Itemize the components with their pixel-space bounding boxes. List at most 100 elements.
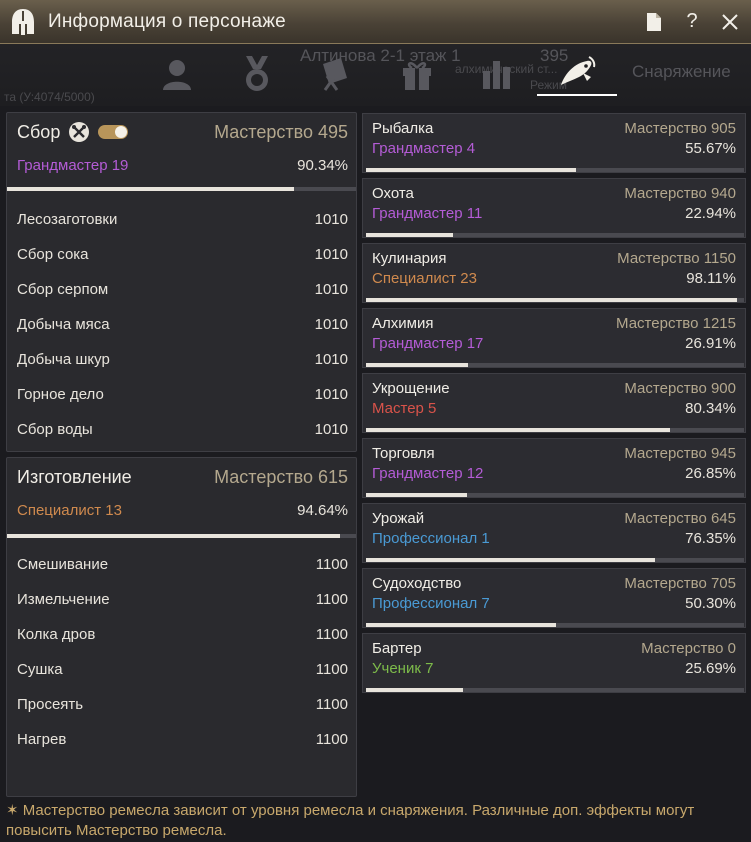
crafting-item-value: 1100 [315, 626, 348, 643]
skill-progress-fill [366, 363, 468, 367]
skill-progress-bar [366, 168, 744, 172]
skill-rank: Ученик 7 [372, 660, 434, 677]
tab-achievements[interactable] [232, 52, 282, 96]
gathering-item-value: 1010 [314, 386, 348, 403]
skill-progress-fill [366, 493, 467, 497]
crafting-item-name: Сушка [17, 661, 63, 678]
ghost-exp-text: та (У:4074/5000) [4, 90, 95, 104]
skill-mastery: Мастерство 0 [641, 640, 736, 657]
skill-percent: 26.91% [685, 335, 736, 352]
crafting-item-name: Измельчение [17, 591, 110, 608]
skill-rank: Грандмастер 12 [372, 465, 484, 482]
tab-quests[interactable] [310, 52, 360, 96]
crafting-item-value: 1100 [315, 661, 348, 678]
skill-rank: Профессионал 7 [372, 595, 490, 612]
scroll-icon [323, 58, 347, 91]
help-icon[interactable]: ? [681, 10, 703, 33]
gathering-item-row: Лесозаготовки 1010 [17, 202, 348, 237]
skill-progress-bar [366, 493, 744, 497]
skill-progress-bar [366, 233, 744, 237]
skill-card[interactable]: Укрощение Мастерство 900 Мастер 5 80.34% [362, 373, 746, 433]
skill-percent: 26.85% [685, 465, 736, 482]
skill-mastery: Мастерство 705 [624, 575, 736, 592]
skill-progress-fill [366, 688, 463, 692]
crafting-item-value: 1100 [315, 731, 348, 748]
skill-percent: 25.69% [685, 660, 736, 677]
skill-progress-fill [366, 623, 556, 627]
skill-percent: 50.30% [685, 595, 736, 612]
skill-progress-fill [366, 298, 737, 302]
gathering-item-name: Добыча шкур [17, 351, 110, 368]
gathering-item-value: 1010 [314, 316, 348, 333]
tab-gifts[interactable] [392, 52, 442, 96]
skill-progress-bar [366, 298, 744, 302]
gift-icon [403, 62, 431, 90]
skill-card[interactable]: Охота Мастерство 940 Грандмастер 11 22.94% [362, 178, 746, 238]
skill-mastery: Мастерство 905 [624, 120, 736, 137]
gathering-percent: 90.34% [297, 157, 348, 174]
skill-card[interactable]: Торговля Мастерство 945 Грандмастер 12 26.8… [362, 438, 746, 498]
skill-mastery: Мастерство 900 [624, 380, 736, 397]
crafting-item-name: Смешивание [17, 556, 109, 573]
gathering-progress-fill [7, 187, 294, 191]
skill-name: Рыбалка [372, 120, 434, 137]
skill-rank: Специалист 23 [372, 270, 477, 287]
gathering-rank: Грандмастер 19 [17, 157, 129, 174]
skill-card[interactable]: Алхимия Мастерство 1215 Грандмастер 17 26.9… [362, 308, 746, 368]
gathering-item-value: 1010 [314, 246, 348, 263]
medal-icon [246, 56, 268, 91]
gathering-item-name: Сбор воды [17, 421, 93, 438]
crafting-item-row: Сушка 1100 [17, 652, 348, 687]
gathering-list: Лесозаготовки 1010 Сбор сока 1010 Сбор серпо… [17, 202, 348, 447]
skill-rank: Грандмастер 4 [372, 140, 476, 157]
skill-card[interactable]: Бартер Мастерство 0 Ученик 7 25.69% [362, 633, 746, 693]
tab-life-skills[interactable] [537, 52, 617, 96]
skill-progress-bar [366, 688, 744, 692]
skill-rank: Грандмастер 11 [372, 205, 483, 222]
skill-mastery: Мастерство 940 [624, 185, 736, 202]
document-icon[interactable] [643, 11, 665, 33]
toggle-knob [115, 126, 128, 138]
crafting-progress-fill [7, 534, 340, 538]
gathering-progress-bar [7, 187, 356, 191]
gathering-item-name: Горное дело [17, 386, 104, 403]
skill-progress-fill [366, 233, 453, 237]
tab-profile[interactable] [152, 52, 202, 96]
gathering-item-name: Сбор сока [17, 246, 89, 263]
skill-card[interactable]: Кулинария Мастерство 1150 Специалист 23 98.… [362, 243, 746, 303]
skill-card[interactable]: Урожай Мастерство 645 Профессионал 1 76.35% [362, 503, 746, 563]
crafting-item-row: Просеять 1100 [17, 687, 348, 722]
gathering-item-name: Добыча мяса [17, 316, 110, 333]
fish-icon [561, 56, 596, 85]
crafting-mastery: Мастерство 615 [214, 466, 348, 487]
crafting-title: Изготовление [17, 466, 132, 487]
crafting-rank: Специалист 13 [17, 502, 122, 519]
skill-name: Алхимия [372, 315, 434, 332]
crafting-item-value: 1100 [315, 556, 348, 573]
gathering-item-value: 1010 [314, 211, 348, 228]
skill-mastery: Мастерство 945 [624, 445, 736, 462]
crafting-item-name: Просеять [17, 696, 84, 713]
skill-name: Судоходство [372, 575, 462, 592]
skill-name: Охота [372, 185, 414, 202]
gathering-item-row: Сбор воды 1010 [17, 412, 348, 447]
gathering-item-row: Сбор сока 1010 [17, 237, 348, 272]
gathering-item-name: Сбор серпом [17, 281, 109, 298]
skill-progress-bar [366, 623, 744, 627]
skill-rank: Профессионал 1 [372, 530, 490, 547]
skill-card[interactable]: Судоходство Мастерство 705 Профессионал 7 5… [362, 568, 746, 628]
skill-name: Торговля [372, 445, 435, 462]
skill-card[interactable]: Рыбалка Мастерство 905 Грандмастер 4 55.67% [362, 113, 746, 173]
skill-progress-fill [366, 168, 576, 172]
skill-mastery: Мастерство 645 [624, 510, 736, 527]
crafting-panel: Изготовление Мастерство 615 Специалист 1… [6, 457, 357, 797]
crafting-item-row: Измельчение 1100 [17, 582, 348, 617]
skill-percent: 98.11% [686, 270, 736, 287]
gathering-item-row: Горное дело 1010 [17, 377, 348, 412]
skill-progress-bar [366, 363, 744, 367]
gathering-toggle[interactable] [98, 125, 129, 139]
category-tabs: та (У:4074/5000) Алтинова 2-1 этаж 1 395… [0, 44, 751, 106]
skill-mastery: Мастерство 1215 [616, 315, 736, 332]
close-icon[interactable] [719, 11, 741, 33]
tab-stats[interactable] [472, 52, 522, 96]
